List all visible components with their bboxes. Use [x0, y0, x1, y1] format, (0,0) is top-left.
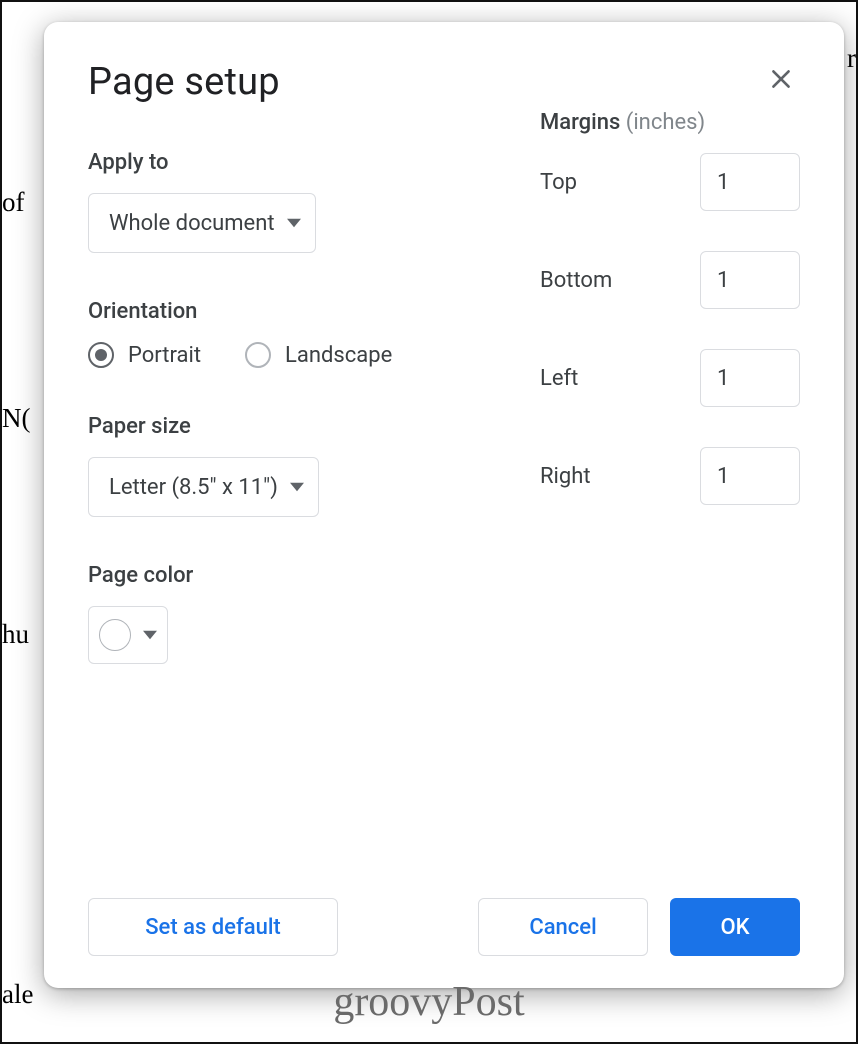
set-as-default-button[interactable]: Set as default	[88, 898, 338, 956]
margin-top-row: Top	[540, 153, 800, 211]
dialog-header: Page setup	[88, 60, 800, 104]
orientation-label: Orientation	[88, 299, 510, 324]
margin-right-row: Right	[540, 447, 800, 505]
orientation-group: Portrait Landscape	[88, 342, 510, 368]
left-column: Apply to Whole document Orientation Port…	[88, 110, 510, 878]
page-color-dropdown[interactable]	[88, 606, 168, 664]
margin-bottom-input[interactable]	[700, 251, 800, 309]
margin-right-label: Right	[540, 464, 591, 489]
radio-icon	[245, 342, 271, 368]
caret-down-icon	[290, 480, 304, 494]
margin-left-input[interactable]	[700, 349, 800, 407]
dialog-footer: Set as default Cancel OK	[88, 878, 800, 956]
right-column: Margins (inches) Top Bottom Left Right	[540, 110, 800, 878]
orientation-portrait-radio[interactable]: Portrait	[88, 342, 201, 368]
margins-label-text: Margins	[540, 110, 620, 135]
margin-right-input[interactable]	[700, 447, 800, 505]
margin-top-label: Top	[540, 170, 577, 195]
apply-to-label: Apply to	[88, 150, 510, 175]
margin-left-label: Left	[540, 366, 578, 391]
margins-unit: (inches)	[626, 110, 705, 135]
paper-size-dropdown[interactable]: Letter (8.5" x 11")	[88, 457, 319, 517]
dialog-title: Page setup	[88, 60, 280, 104]
apply-to-value: Whole document	[109, 211, 275, 236]
close-icon	[768, 66, 794, 96]
radio-icon	[88, 342, 114, 368]
margin-bottom-label: Bottom	[540, 268, 612, 293]
orientation-portrait-label: Portrait	[128, 343, 201, 368]
orientation-landscape-radio[interactable]: Landscape	[245, 342, 392, 368]
color-swatch	[99, 619, 131, 651]
apply-to-dropdown[interactable]: Whole document	[88, 193, 316, 253]
paper-size-label: Paper size	[88, 414, 510, 439]
orientation-landscape-label: Landscape	[285, 343, 392, 368]
close-button[interactable]	[762, 62, 800, 100]
caret-down-icon	[287, 216, 301, 230]
margin-top-input[interactable]	[700, 153, 800, 211]
cancel-button[interactable]: Cancel	[478, 898, 648, 956]
ok-button[interactable]: OK	[670, 898, 800, 956]
margins-label: Margins (inches)	[540, 110, 800, 135]
caret-down-icon	[143, 628, 157, 642]
app-frame: of N( hu ale rp hi an ug b. nc llicitudi…	[0, 0, 858, 1044]
page-color-label: Page color	[88, 563, 510, 588]
margin-bottom-row: Bottom	[540, 251, 800, 309]
page-setup-dialog: Page setup Apply to Whole document Orien…	[44, 22, 844, 988]
paper-size-value: Letter (8.5" x 11")	[109, 475, 278, 500]
margin-left-row: Left	[540, 349, 800, 407]
